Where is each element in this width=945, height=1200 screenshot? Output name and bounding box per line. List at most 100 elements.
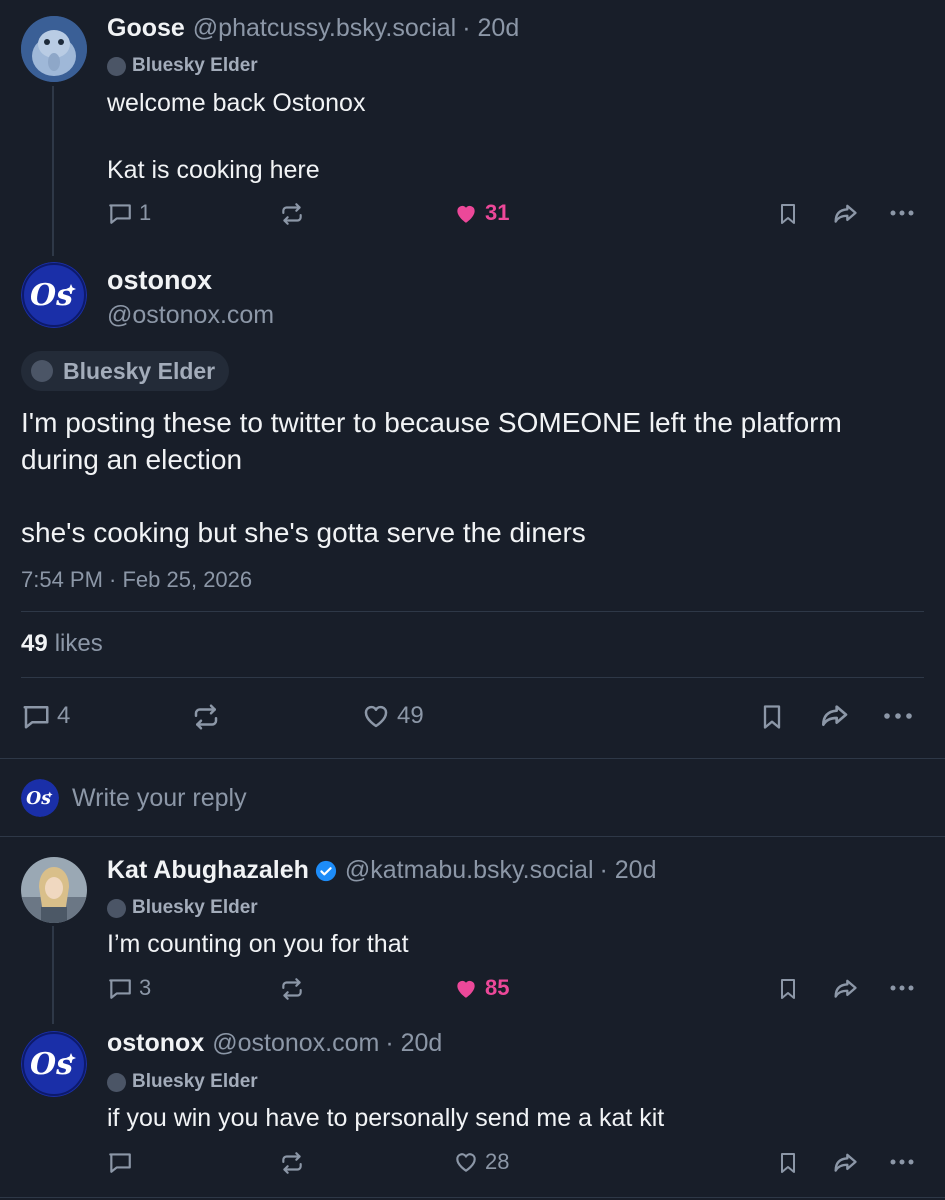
reply-icon (109, 1153, 131, 1173)
bookmark-icon (781, 1153, 795, 1173)
bookmark-icon (781, 204, 795, 224)
author-handle[interactable]: @phatcussy.bsky.social (193, 14, 456, 43)
like-count: 85 (485, 975, 510, 1000)
svg-text:Os: Os (30, 1047, 73, 1082)
avatar[interactable] (21, 16, 87, 82)
post-text: I'm posting these to twitter to because … (21, 407, 842, 438)
more-button[interactable] (888, 975, 916, 1001)
post-timestamp[interactable]: 7:54 PM · Feb 25, 2026 (21, 567, 252, 593)
badge: Bluesky Elder (107, 55, 258, 77)
post-age[interactable]: · 20d (385, 1029, 442, 1058)
badge-icon (31, 360, 53, 382)
avatar[interactable] (21, 857, 87, 923)
svg-text:Os: Os (26, 789, 51, 809)
author-name[interactable]: Kat Abughazaleh (107, 856, 309, 885)
share-icon (834, 1153, 857, 1172)
divider (0, 758, 945, 759)
author-handle[interactable]: @ostonox.com (107, 301, 274, 330)
post-age[interactable]: · 20d (462, 14, 519, 43)
author-name[interactable]: Goose (107, 14, 185, 43)
share-icon (834, 979, 857, 998)
share-button[interactable] (817, 700, 851, 732)
reply-button[interactable]: 4 (21, 701, 70, 731)
author-handle[interactable]: @katmabu.bsky.social (345, 856, 594, 885)
repost-icon (282, 978, 302, 1000)
more-icon (890, 1159, 914, 1165)
post-text: Kat is cooking here (107, 156, 320, 184)
reply-icon (109, 979, 131, 999)
repost-icon (282, 1152, 302, 1174)
verified-icon (315, 860, 336, 881)
more-button[interactable] (882, 702, 914, 730)
bookmark-button[interactable] (776, 976, 800, 1002)
more-icon (890, 210, 914, 216)
share-button[interactable] (830, 975, 860, 1003)
avatar[interactable]: Os (21, 1031, 87, 1097)
badge-label: Bluesky Elder (132, 55, 258, 76)
post-text: she's cooking but she's gotta serve the … (21, 517, 586, 548)
reply-icon (109, 204, 131, 224)
avatar[interactable]: Os (21, 262, 87, 328)
bookmark-button[interactable] (776, 201, 800, 227)
thread-line (52, 926, 54, 1024)
share-icon (822, 705, 848, 726)
like-button[interactable]: 85 (453, 975, 509, 1001)
avatar: Os (21, 779, 59, 817)
repost-icon (194, 704, 218, 730)
repost-icon (282, 203, 302, 225)
badge-label: Bluesky Elder (63, 357, 216, 384)
reply-count: 1 (139, 200, 152, 225)
heart-icon (457, 980, 475, 998)
author-name[interactable]: ostonox (107, 1029, 204, 1058)
reply-button[interactable]: 3 (107, 975, 151, 1001)
post-text: welcome back Ostonox (107, 89, 366, 117)
likes-label: likes (54, 630, 103, 657)
badge-icon (107, 56, 126, 76)
like-button[interactable]: 49 (361, 701, 424, 731)
thread-line (52, 86, 54, 256)
badge: Bluesky Elder (107, 897, 258, 919)
repost-button[interactable] (191, 702, 221, 732)
heart-icon (456, 1153, 476, 1172)
divider (21, 677, 924, 678)
more-button[interactable] (888, 1149, 916, 1175)
more-icon (890, 985, 914, 991)
author-name[interactable]: ostonox (107, 265, 212, 296)
repost-button[interactable] (279, 1150, 305, 1176)
repost-button[interactable] (279, 201, 305, 227)
like-count: 49 (397, 702, 424, 729)
bookmark-icon (763, 705, 781, 729)
like-count: 31 (485, 200, 510, 225)
share-button[interactable] (830, 1149, 860, 1177)
badge-pill[interactable]: Bluesky Elder (21, 351, 230, 391)
reply-button[interactable]: 1 (107, 200, 151, 226)
post-age[interactable]: · 20d (600, 856, 657, 885)
like-button[interactable]: 28 (453, 1149, 509, 1175)
badge-label: Bluesky Elder (132, 897, 258, 918)
badge: Bluesky Elder (107, 1071, 258, 1093)
heart-icon (457, 205, 475, 223)
reply-icon (23, 706, 49, 729)
post-text: during an election (21, 444, 243, 475)
badge-icon (107, 1072, 126, 1092)
share-icon (834, 204, 857, 223)
repost-button[interactable] (279, 976, 305, 1002)
divider (0, 836, 945, 837)
more-icon (884, 713, 912, 719)
share-button[interactable] (830, 200, 860, 228)
post-text: if you win you have to personally send m… (107, 1104, 665, 1132)
more-button[interactable] (888, 200, 916, 226)
divider (0, 1197, 945, 1198)
like-count: 28 (485, 1149, 510, 1174)
reply-input[interactable]: Write your reply (72, 784, 247, 813)
bookmark-button[interactable] (776, 1150, 800, 1176)
like-button[interactable]: 31 (453, 200, 509, 226)
reply-count: 4 (57, 702, 71, 729)
badge-icon (107, 898, 126, 918)
likes-summary[interactable]: 49 likes (21, 630, 103, 658)
bookmark-button[interactable] (758, 702, 786, 732)
post-text: I’m counting on you for that (107, 930, 409, 958)
author-handle[interactable]: @ostonox.com (212, 1029, 379, 1058)
divider (21, 611, 924, 612)
reply-button[interactable] (107, 1149, 133, 1175)
